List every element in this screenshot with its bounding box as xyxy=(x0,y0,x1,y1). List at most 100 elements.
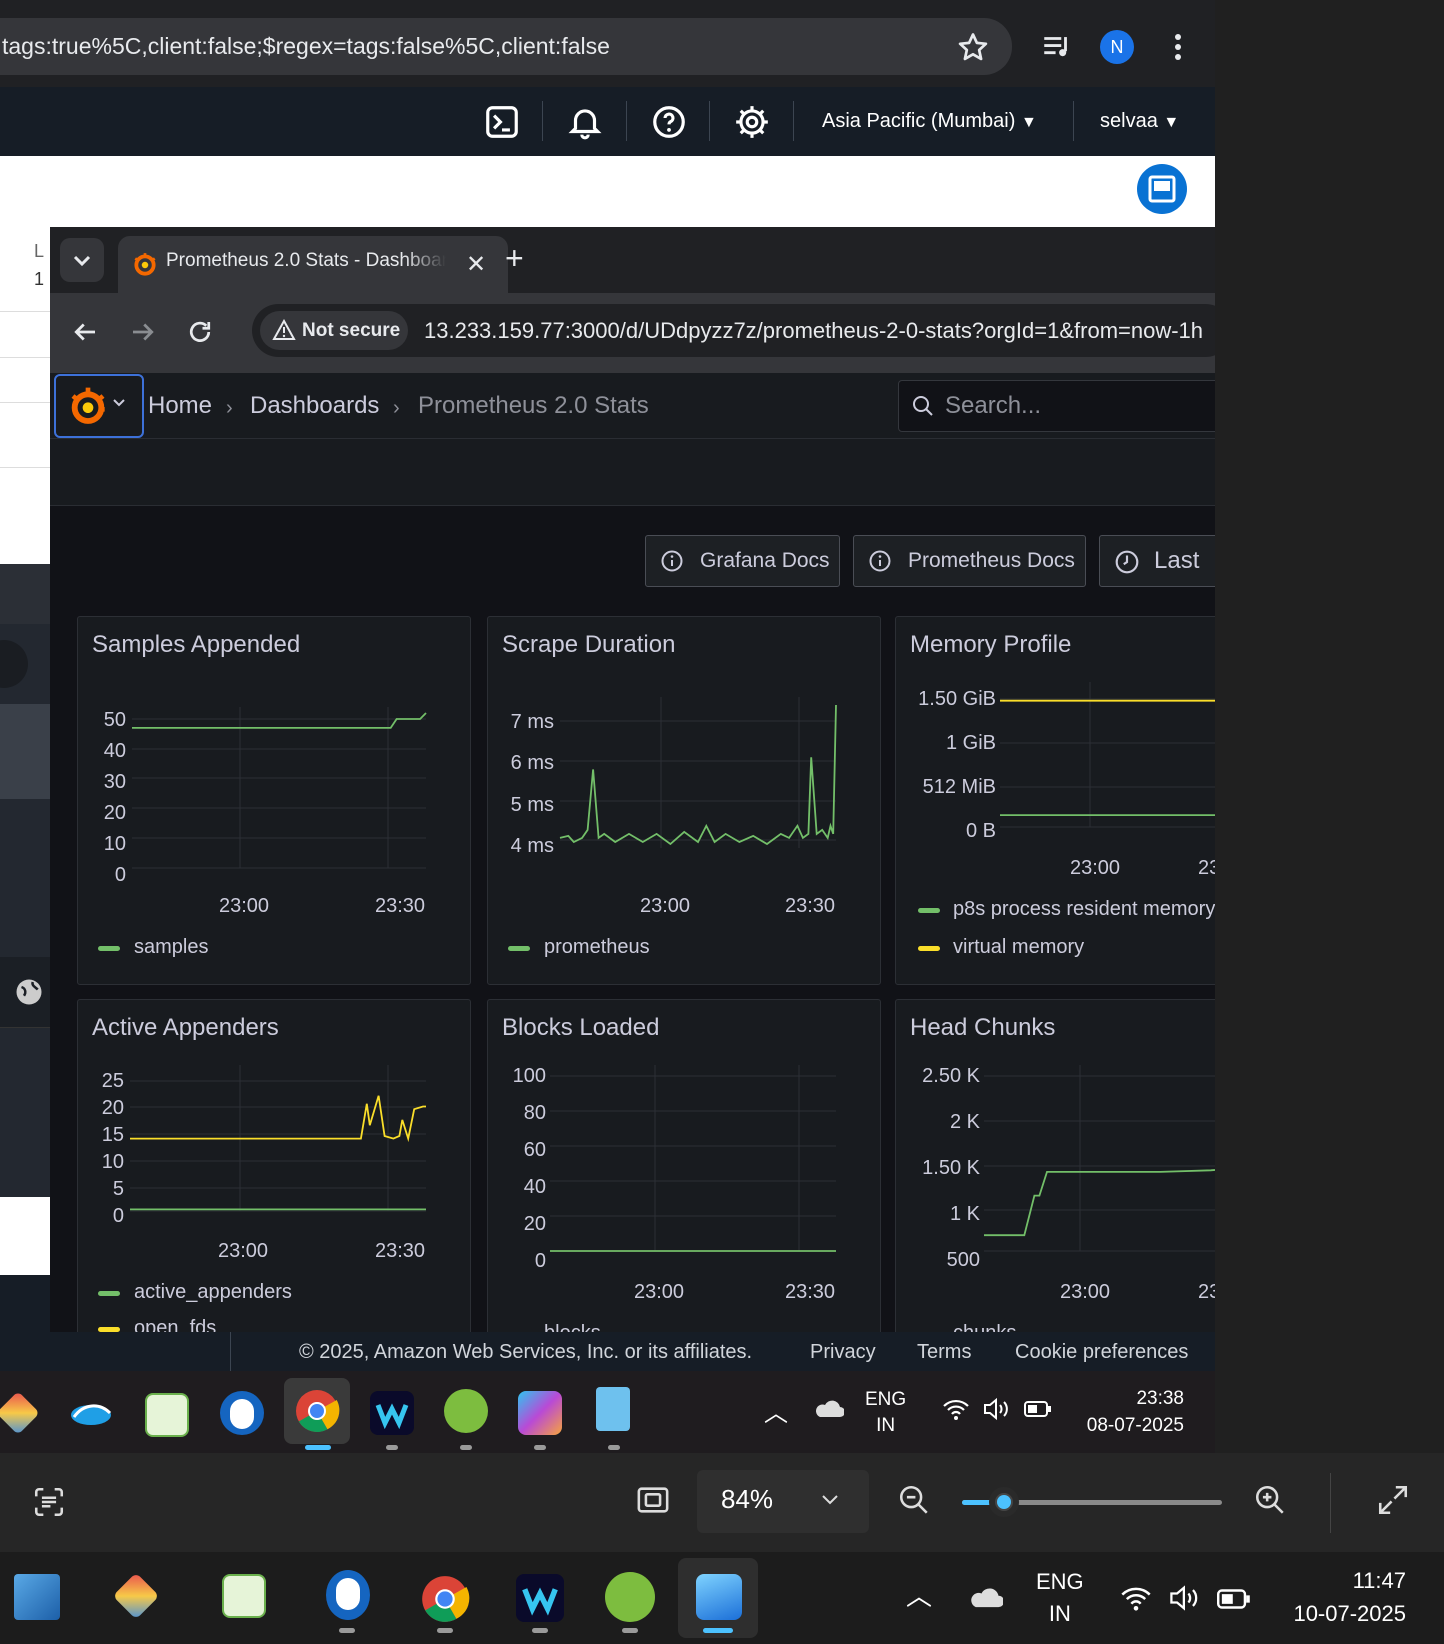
chrome-icon[interactable] xyxy=(420,1574,470,1624)
onedrive-icon[interactable] xyxy=(969,1586,1003,1610)
legend-item[interactable]: chunks xyxy=(953,1322,1016,1332)
penguin-app-icon[interactable] xyxy=(220,1391,264,1435)
language-indicator[interactable]: ENG IN xyxy=(865,1387,906,1439)
volume-icon[interactable] xyxy=(1168,1584,1202,1612)
clock[interactable]: 23:38 08-07-2025 xyxy=(1076,1385,1184,1439)
tray-overflow-icon[interactable]: ︿ xyxy=(764,1393,788,1428)
series-line-open-fds xyxy=(130,1095,426,1143)
search-icon xyxy=(911,394,935,418)
legend-item[interactable]: p8s process resident memory xyxy=(953,898,1215,921)
y-tick-label: 50 xyxy=(103,709,126,731)
x-tick-label: 23:30 xyxy=(375,1240,426,1262)
not-secure-badge[interactable]: Not secure xyxy=(260,311,408,350)
panel-memory-profile[interactable]: Memory Profile 1.50 GiB 1 GiB 512 MiB 0 … xyxy=(895,616,1215,985)
y-tick-label: 40 xyxy=(523,1176,546,1198)
breadcrumb-dashboards[interactable]: Dashboards xyxy=(250,391,379,421)
time-range-picker[interactable]: Last xyxy=(1099,535,1215,587)
active-tab[interactable]: Prometheus 2.0 Stats - Dashboard ✕ xyxy=(118,236,508,293)
inner-address-bar[interactable]: Not secure 13.233.159.77:3000/d/UDdpyzz7… xyxy=(252,304,1215,357)
y-tick-label: 25 xyxy=(101,1070,124,1092)
webex-icon[interactable] xyxy=(516,1574,564,1622)
search-input[interactable]: Search... xyxy=(898,380,1215,432)
breadcrumb-home[interactable]: Home xyxy=(148,391,212,421)
zoom-value: 84% xyxy=(721,1484,774,1514)
y-tick-label: 80 xyxy=(523,1102,546,1124)
notepad-icon[interactable] xyxy=(596,1387,630,1431)
bookmark-star-icon[interactable] xyxy=(955,30,991,66)
forward-arrow-icon[interactable] xyxy=(128,317,158,347)
cloudshell-icon[interactable] xyxy=(483,103,521,141)
penguin-app-icon[interactable] xyxy=(326,1570,370,1620)
outer-address-bar[interactable]: tags:true%5C,client:false;$regex=tags:fa… xyxy=(0,18,1012,75)
cloud-app-icon[interactable] xyxy=(68,1397,114,1429)
legend-item[interactable]: open_fds xyxy=(134,1317,216,1332)
panel-active-appenders[interactable]: Active Appenders 25 20 15 10 5 0 23:00 2… xyxy=(77,999,471,1332)
wifi-icon[interactable] xyxy=(1120,1584,1152,1612)
legend-item[interactable]: virtual memory xyxy=(953,936,1084,959)
tray-overflow-icon[interactable]: ︿ xyxy=(906,1576,932,1613)
panel-samples-appended[interactable]: Samples Appended 50 40 30 20 10 0 23:00 … xyxy=(77,616,471,985)
volume-icon[interactable] xyxy=(982,1397,1012,1421)
zoom-in-icon[interactable] xyxy=(1253,1483,1287,1517)
panel-head-chunks[interactable]: Head Chunks 2.50 K 2 K 1.50 K 1 K 500 23… xyxy=(895,999,1215,1332)
more-menu-icon[interactable] xyxy=(1168,28,1188,66)
zoom-slider-thumb[interactable] xyxy=(988,1487,1019,1517)
notepad-plus-icon[interactable] xyxy=(222,1574,266,1618)
legend-item[interactable]: samples xyxy=(134,936,208,959)
prometheus-docs-button[interactable]: Prometheus Docs xyxy=(853,535,1086,587)
image-viewer-toolbar: 84% xyxy=(0,1453,1444,1552)
notifications-bell-icon[interactable] xyxy=(566,103,604,141)
battery-icon[interactable] xyxy=(1217,1588,1251,1610)
clock[interactable]: 11:47 10-07-2025 xyxy=(1276,1564,1406,1630)
taskbar-main: ︿ ENG IN 11:47 10-07-2025 xyxy=(0,1552,1444,1644)
close-tab-icon[interactable]: ✕ xyxy=(466,250,486,279)
zoom-dropdown[interactable]: 84% xyxy=(697,1470,869,1533)
panel-scrape-duration[interactable]: Scrape Duration 7 ms 6 ms 5 ms 4 ms 23:0… xyxy=(487,616,881,985)
profile-avatar[interactable]: N xyxy=(1100,30,1134,64)
side-panel-button[interactable] xyxy=(1137,164,1187,214)
network-app-icon[interactable] xyxy=(14,1574,60,1620)
legend-item[interactable]: active_appenders xyxy=(134,1281,292,1304)
zoom-out-icon[interactable] xyxy=(897,1483,931,1517)
footer-privacy-link[interactable]: Privacy xyxy=(810,1341,876,1363)
settings-gear-icon[interactable] xyxy=(733,103,771,141)
account-menu[interactable]: selvaa ▼ xyxy=(1100,105,1179,139)
footer-cookie-link[interactable]: Cookie preferences xyxy=(1015,1341,1188,1363)
expand-icon[interactable] xyxy=(1376,1483,1410,1517)
new-tab-icon[interactable]: + xyxy=(505,242,524,274)
y-tick-label: 0 xyxy=(112,1205,124,1227)
actual-size-icon[interactable] xyxy=(636,1483,670,1517)
zoom-slider[interactable] xyxy=(962,1487,1222,1517)
utorrent-icon[interactable] xyxy=(444,1389,488,1433)
panel-blocks-loaded[interactable]: Blocks Loaded 100 80 60 40 20 0 23:00 23… xyxy=(487,999,881,1332)
legend-item[interactable]: blocks xyxy=(544,1322,601,1332)
text-recognition-icon[interactable] xyxy=(32,1485,66,1519)
reload-icon[interactable] xyxy=(185,317,215,347)
onedrive-icon[interactable] xyxy=(814,1399,844,1419)
git-app-icon[interactable] xyxy=(112,1572,160,1620)
help-icon[interactable] xyxy=(650,103,688,141)
region-selector[interactable]: Asia Pacific (Mumbai) ▼ xyxy=(822,105,1037,139)
git-app-icon[interactable] xyxy=(0,1391,40,1435)
chevron-down-icon xyxy=(112,398,126,408)
utorrent-icon[interactable] xyxy=(605,1572,655,1622)
viewer-background xyxy=(1215,0,1444,1453)
tab-search-button[interactable] xyxy=(60,238,104,282)
caret-down-icon: ▼ xyxy=(1163,114,1180,131)
webex-icon[interactable] xyxy=(370,1391,414,1435)
legend-item[interactable]: prometheus xyxy=(544,936,650,959)
footer-copyright: © 2025, Amazon Web Services, Inc. or its… xyxy=(299,1341,753,1363)
battery-icon[interactable] xyxy=(1024,1400,1052,1418)
footer-terms-link[interactable]: Terms xyxy=(917,1341,971,1363)
notepad-plus-icon[interactable] xyxy=(145,1393,189,1437)
media-controls-icon[interactable] xyxy=(1040,30,1074,64)
language-indicator[interactable]: ENG IN xyxy=(1036,1566,1084,1630)
active-indicator xyxy=(703,1628,733,1633)
grafana-menu-button[interactable] xyxy=(54,374,144,438)
back-arrow-icon[interactable] xyxy=(70,317,100,347)
legend-swatch xyxy=(98,946,120,951)
grafana-docs-button[interactable]: Grafana Docs xyxy=(645,535,840,587)
m365-icon[interactable] xyxy=(518,1391,562,1435)
bg-fragment xyxy=(0,799,50,957)
wifi-icon[interactable] xyxy=(942,1397,970,1421)
